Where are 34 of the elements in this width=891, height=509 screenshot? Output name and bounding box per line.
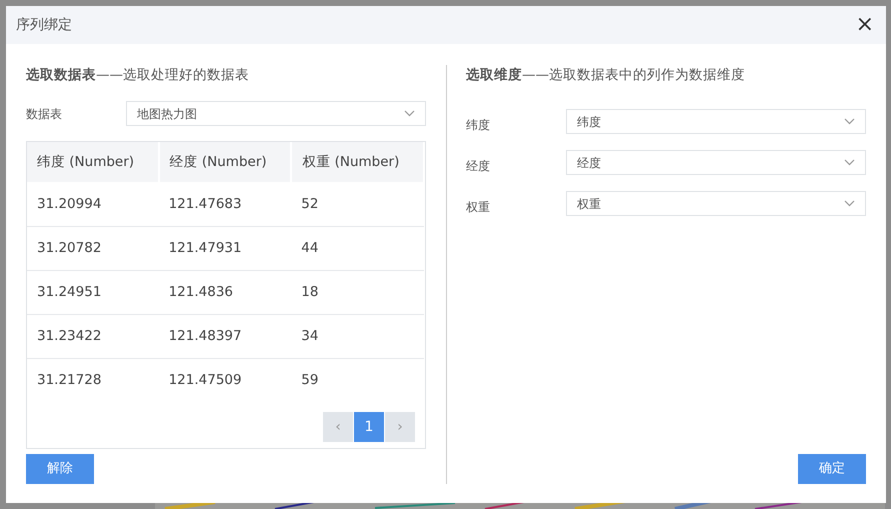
table-cell: 121.47931 <box>158 226 292 270</box>
field-label: 权重 <box>466 198 491 216</box>
dimension-select[interactable]: 纬度 <box>566 109 866 134</box>
field-label: 纬度 <box>466 116 491 134</box>
chevron-down-icon <box>844 200 855 208</box>
dialog-title: 序列绑定 <box>16 16 72 34</box>
chevron-down-icon <box>844 118 855 126</box>
dimension-select[interactable]: 经度 <box>566 150 866 176</box>
table-cell: 31.20994 <box>27 182 159 226</box>
column-header: 纬度 (Number) <box>27 142 159 182</box>
close-button[interactable]: × <box>856 14 874 36</box>
table-cell: 31.23422 <box>27 314 159 358</box>
column-header: 权重 (Number) <box>291 142 424 182</box>
field-label: 数据表 <box>26 106 63 123</box>
table-cell: 31.20782 <box>27 226 159 270</box>
table-cell: 44 <box>291 226 424 270</box>
column-header: 经度 (Number) <box>158 142 292 182</box>
table-cell: 59 <box>291 358 424 402</box>
table-cell: 121.47509 <box>158 358 292 402</box>
chevron-down-icon <box>844 159 855 166</box>
dimension-select[interactable]: 权重 <box>566 191 866 216</box>
table-select[interactable]: 地图热力图 <box>126 101 426 126</box>
field-label: 经度 <box>466 158 491 175</box>
chevron-down-icon <box>404 110 415 118</box>
table-cell: 34 <box>291 314 424 358</box>
table-cell: 121.4836 <box>158 270 292 314</box>
table-cell: 18 <box>291 270 424 314</box>
section-heading: 选取维度——选取数据表中的列作为数据维度 <box>466 66 746 85</box>
table-cell: 31.21728 <box>27 358 159 402</box>
section-heading: 选取数据表——选取处理好的数据表 <box>26 66 250 85</box>
table-cell: 31.24951 <box>27 270 159 314</box>
table-cell: 121.48397 <box>158 314 292 358</box>
table-cell: 121.47683 <box>158 182 292 226</box>
table-cell: 52 <box>291 182 424 226</box>
